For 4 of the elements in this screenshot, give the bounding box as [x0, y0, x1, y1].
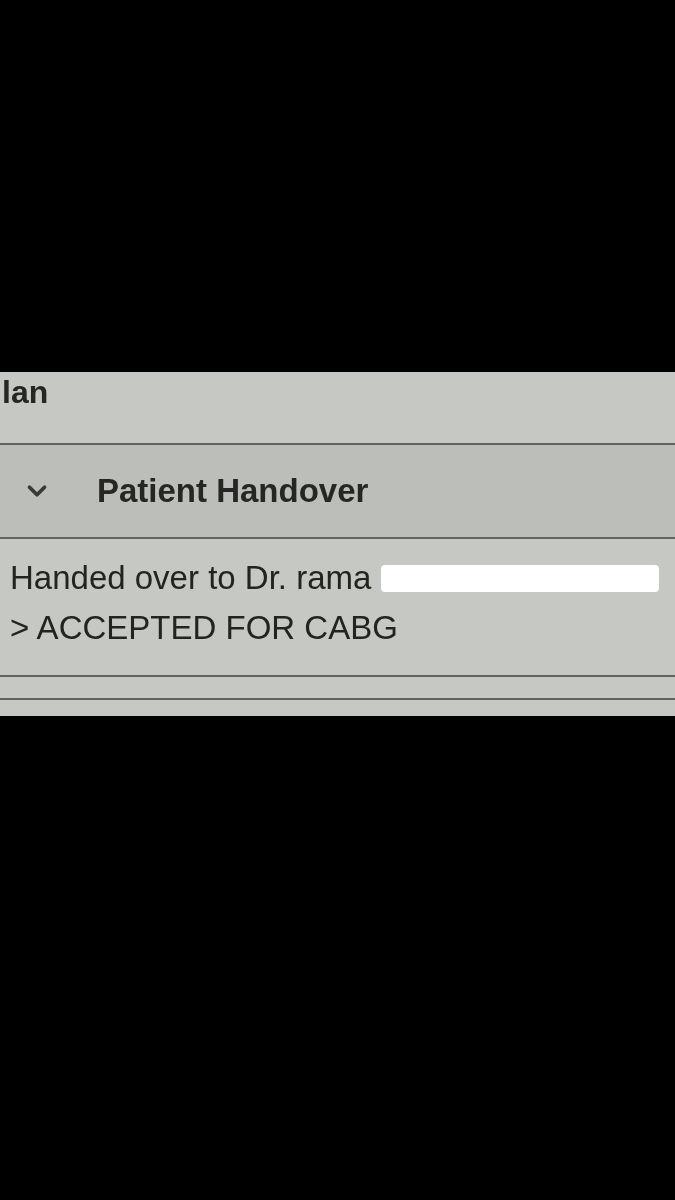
note-text: > ACCEPTED FOR CABG	[10, 608, 398, 648]
note-text: Handed over to Dr. rama	[10, 558, 372, 598]
section-title: lan	[2, 374, 49, 410]
accordion-header[interactable]: Patient Handover	[0, 443, 675, 537]
